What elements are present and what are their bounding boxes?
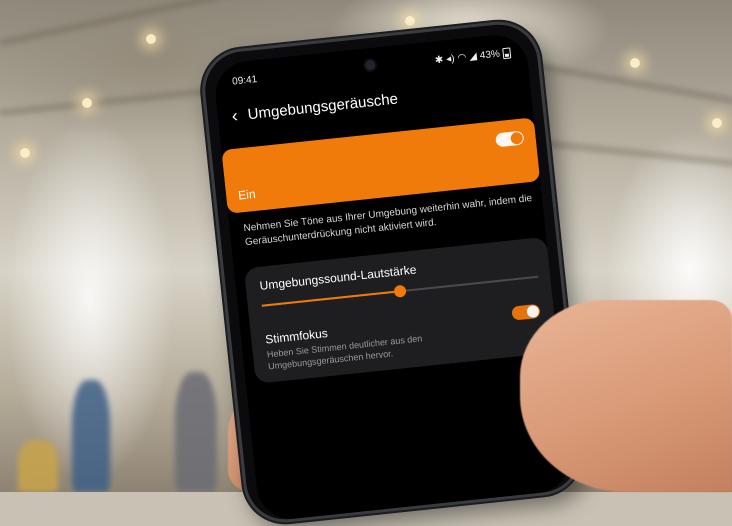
ceiling-beam: [0, 0, 324, 46]
wifi-icon: ◠: [457, 52, 467, 64]
ceiling-light: [146, 34, 156, 44]
master-toggle[interactable]: [495, 130, 525, 148]
ceiling-light: [82, 98, 92, 108]
phone: 09:41 ✱ ◂) ◠ ◢ 43% ‹ Umgebungsgeräusche …: [198, 17, 586, 526]
status-icons: ✱ ◂) ◠ ◢ 43%: [434, 47, 512, 67]
battery-percent: 43%: [479, 48, 501, 62]
blurred-person: [175, 372, 217, 492]
ceiling-light: [405, 16, 415, 26]
page-title: Umgebungsgeräusche: [246, 89, 399, 123]
ceiling-light: [712, 118, 722, 128]
bluetooth-icon: ✱: [434, 54, 444, 67]
status-bar: 09:41 ✱ ◂) ◠ ◢ 43%: [232, 47, 512, 90]
master-switch-label: Ein: [237, 186, 257, 203]
blurred-luggage: [18, 440, 58, 492]
voice-focus-toggle[interactable]: [511, 303, 541, 321]
volume-slider-thumb[interactable]: [393, 284, 407, 298]
ceiling-light: [20, 148, 30, 158]
mute-icon: ◂): [445, 53, 456, 66]
toggle-knob: [510, 131, 524, 145]
settings-panel: Umgebungssound-Lautstärke Stimmfokus Heb…: [243, 236, 559, 384]
ceiling-light: [630, 58, 640, 68]
status-time: 09:41: [231, 74, 258, 88]
ceiling-beam: [539, 140, 732, 167]
signal-icon: ◢: [468, 50, 478, 63]
phone-screen: 09:41 ✱ ◂) ◠ ◢ 43% ‹ Umgebungsgeräusche …: [212, 31, 573, 523]
toggle-knob: [526, 304, 540, 319]
volume-slider-fill: [261, 290, 401, 307]
battery-icon: [502, 47, 512, 60]
hand-right-fingers: [520, 300, 732, 492]
header: ‹ Umgebungsgeräusche: [231, 89, 399, 126]
ceiling-beam: [519, 60, 732, 105]
chevron-left-icon[interactable]: ‹: [231, 105, 239, 126]
blurred-person: [72, 380, 110, 492]
